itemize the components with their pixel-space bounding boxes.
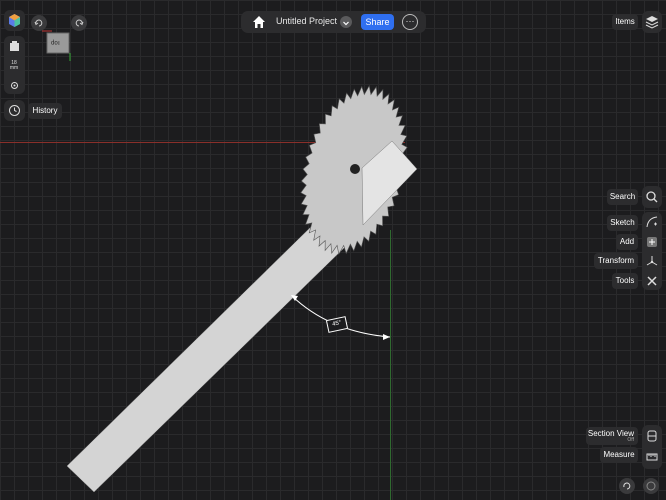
reset-view-icon[interactable] [619,478,635,494]
app-logo-button[interactable] [4,10,25,31]
tools-icon[interactable] [645,274,659,293]
measure-icon[interactable] [645,450,659,469]
project-title[interactable]: Untitled Project [276,16,337,26]
unit-label[interactable]: 18 mm [7,61,21,71]
logo-icon [9,14,20,27]
material-icon[interactable] [8,40,21,58]
snap-icon[interactable] [8,79,21,97]
arm-bar [66,217,347,493]
section-view-state: Off [627,437,634,443]
arrowhead-right [383,334,390,340]
orbit-icon[interactable] [643,478,659,494]
layers-icon [645,16,659,29]
home-icon[interactable] [251,14,267,35]
sketch-icon[interactable] [645,215,659,234]
chevron-down-icon[interactable] [340,16,352,28]
transform-icon[interactable] [645,254,659,273]
clock-icon [9,105,20,116]
left-toolstrip: 18 mm [4,36,25,94]
items-button[interactable] [642,11,662,33]
add-icon[interactable] [645,235,659,254]
search-label[interactable]: Search [607,189,638,205]
view-cube-face-label: Top [51,39,61,45]
search-button[interactable] [642,186,662,208]
sketch-label[interactable]: Sketch [607,215,638,231]
history-label[interactable]: History [28,103,62,119]
measure-label[interactable]: Measure [600,447,638,463]
add-label[interactable]: Add [616,234,638,250]
transform-label[interactable]: Transform [594,253,638,269]
view-cube[interactable]: Top [40,27,74,61]
items-label[interactable]: Items [612,14,638,30]
model-viewport[interactable] [0,0,666,500]
history-button[interactable] [4,100,25,121]
more-options-button[interactable]: ⋯ [402,14,418,30]
blade-hole [350,164,360,174]
section-view-icon[interactable] [645,429,659,448]
project-bar: Untitled Project Share ⋯ [241,11,426,33]
section-view-label[interactable]: Section View Off [586,427,638,445]
tools-label[interactable]: Tools [612,273,638,289]
search-icon [646,191,658,203]
share-button[interactable]: Share [361,14,394,30]
